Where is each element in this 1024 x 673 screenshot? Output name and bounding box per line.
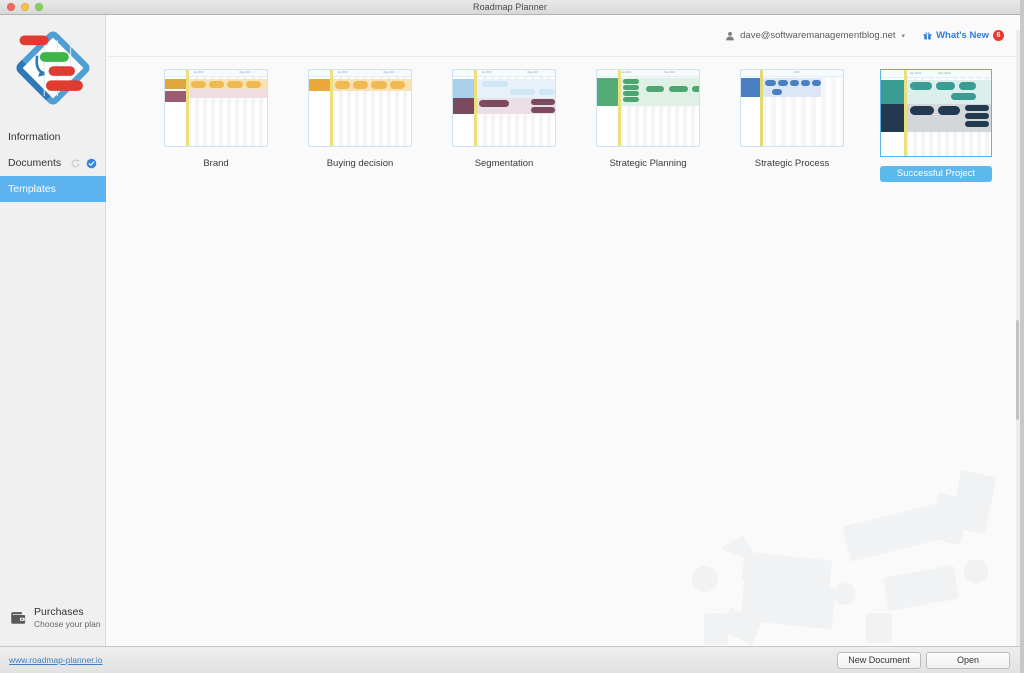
title-bar: Roadmap Planner — [0, 0, 1020, 15]
template-thumbnail[interactable]: Jan 2016 May 2016 — [452, 69, 556, 147]
scrollbar-thumb[interactable] — [1016, 320, 1019, 420]
sidebar-item-templates[interactable]: Templates — [0, 176, 118, 202]
sidebar-item-label: Information — [8, 131, 61, 143]
check-circle-icon — [86, 158, 97, 168]
template-tile-strategic-process[interactable]: 2016 Strategic Process — [720, 69, 864, 182]
template-tile-brand[interactable]: Jan 2016 May 2016 Brand — [144, 69, 288, 182]
sidebar: Information Documents Templates Purchase… — [0, 15, 118, 646]
content-area: dave@softwaremanagementblog.net ▾ What's… — [106, 15, 1020, 646]
wallet-icon — [11, 612, 26, 624]
template-tile-buying-decision[interactable]: Jan 2016 May 2016 Buying decision — [288, 69, 432, 182]
footer-bar: www.roadmap-planner.io New Document Open — [0, 646, 1020, 673]
desk-illustration-watermark — [692, 470, 997, 646]
content-header: dave@softwaremanagementblog.net ▾ What's… — [106, 15, 1020, 57]
whats-new-button[interactable]: What's New 6 — [923, 30, 1004, 41]
sync-icon — [71, 159, 80, 167]
gift-icon — [923, 32, 932, 40]
sidebar-nav: Information Documents Templates — [0, 120, 118, 202]
sidebar-item-documents[interactable]: Documents — [0, 150, 105, 176]
new-document-button[interactable]: New Document — [837, 651, 921, 669]
account-email: dave@softwaremanagementblog.net — [740, 30, 896, 41]
purchases-subtitle: Choose your plan — [34, 619, 101, 630]
template-label: Buying decision — [326, 158, 394, 169]
template-label: Brand — [203, 158, 229, 169]
template-thumbnail[interactable]: Jan 2016 May 2016 — [164, 69, 268, 147]
chevron-down-icon: ▾ — [901, 32, 906, 40]
sidebar-item-label: Documents — [8, 157, 62, 169]
template-tile-strategic-planning[interactable]: Jan 2016 May 2016 Strategic Planning — [576, 69, 720, 182]
template-label: Segmentation — [474, 158, 534, 169]
open-button[interactable]: Open — [926, 651, 1010, 669]
template-tile-segmentation[interactable]: Jan 2016 May 2016 Segmentation — [432, 69, 576, 182]
template-thumbnail[interactable]: Jan 2016 May 2016 — [308, 69, 412, 147]
whats-new-badge: 6 — [993, 30, 1004, 41]
website-link[interactable]: www.roadmap-planner.io — [9, 655, 103, 665]
template-label: Successful Project — [880, 166, 992, 182]
window-body: Information Documents Templates Purchase… — [0, 15, 1020, 646]
roadmap-planner-logo-icon — [16, 31, 89, 104]
template-thumbnail[interactable]: 2016 — [740, 69, 844, 147]
template-label: Strategic Process — [754, 158, 830, 169]
account-menu[interactable]: dave@softwaremanagementblog.net ▾ — [725, 30, 905, 41]
window-title: Roadmap Planner — [472, 2, 548, 12]
whats-new-label: What's New — [936, 30, 989, 41]
purchases-title: Purchases — [34, 606, 84, 619]
purchases-link[interactable]: Purchases Choose your plan — [0, 606, 105, 646]
template-grid: Jan 2016 May 2016 Brand Jan 2016 May 201… — [106, 57, 1020, 182]
template-thumbnail[interactable]: Jan 2016 May 2016 — [596, 69, 700, 147]
app-logo — [0, 15, 105, 120]
template-tile-successful-project[interactable]: Jan 2016 May 2016 Successful Project — [864, 69, 1008, 182]
sidebar-item-label: Templates — [8, 183, 56, 195]
person-icon — [726, 31, 735, 40]
template-thumbnail[interactable]: Jan 2016 May 2016 — [880, 69, 992, 157]
sidebar-item-information[interactable]: Information — [0, 124, 105, 150]
app-window: Roadmap Planner Information Documents Te… — [0, 0, 1020, 673]
template-label: Strategic Planning — [609, 158, 687, 169]
